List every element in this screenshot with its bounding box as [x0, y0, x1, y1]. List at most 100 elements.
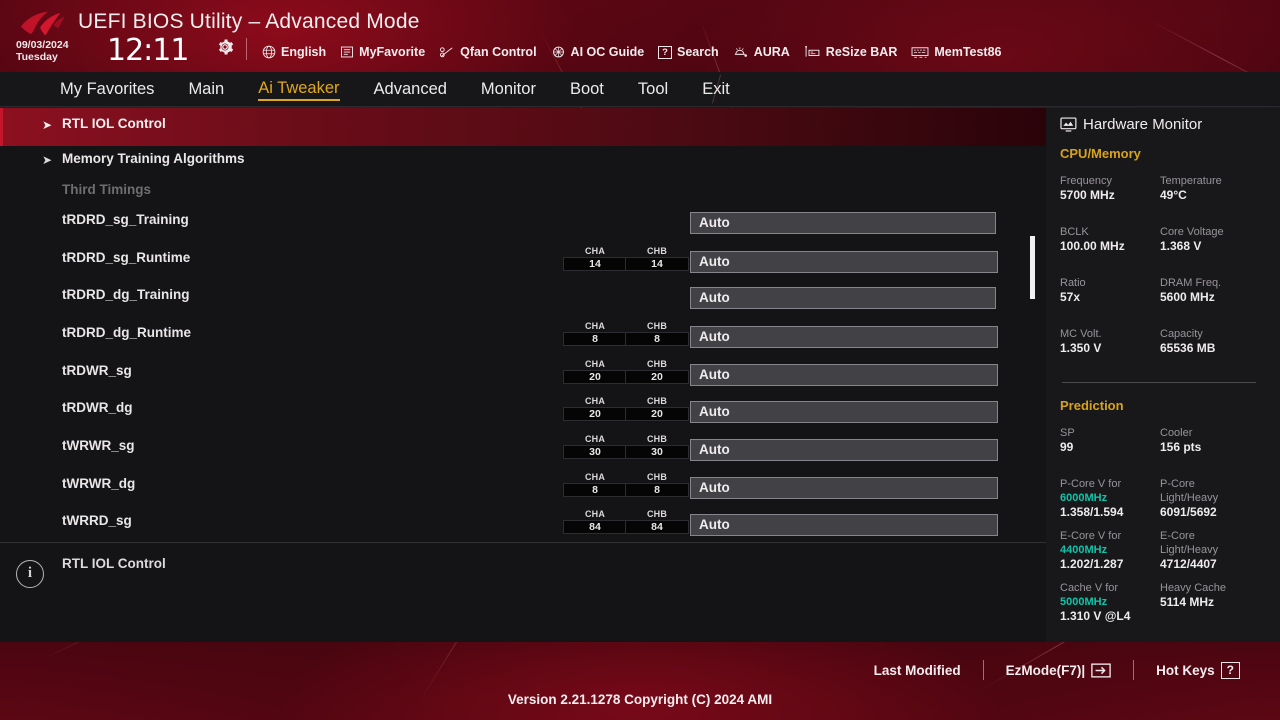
- header-tool-label: AURA: [753, 45, 790, 59]
- channel-chb-value[interactable]: 20: [625, 370, 689, 384]
- header-tool-label: English: [281, 45, 327, 59]
- hardware-monitor-metric-label: P-Core: [1160, 478, 1195, 490]
- channel-cha-value[interactable]: 8: [563, 483, 627, 497]
- channel-cha-label: CHA: [584, 246, 606, 256]
- channel-cha-label: CHA: [584, 509, 606, 519]
- settings-row[interactable]: tRDRD_dg_Training Auto: [0, 279, 1046, 317]
- hardware-monitor-metric-value: 57x: [1060, 290, 1081, 304]
- channel-chb-value[interactable]: 8: [625, 483, 689, 497]
- settings-row-label: tRDRD_dg_Runtime: [62, 325, 192, 340]
- hardware-monitor-metric-label: E-Core: [1160, 530, 1195, 542]
- hardware-monitor-metric-value: 1.368 V: [1160, 239, 1202, 253]
- settings-value-field[interactable]: Auto: [690, 514, 998, 536]
- settings-value-field[interactable]: Auto: [690, 212, 996, 234]
- channel-cha-value[interactable]: 8: [563, 332, 627, 346]
- menu-item-ai-tweaker[interactable]: Ai Tweaker: [258, 79, 340, 101]
- header-tool-english[interactable]: English: [262, 45, 326, 59]
- settings-row[interactable]: tRDRD_sg_Runtime CHA 14 CHB 14 Auto: [0, 242, 1046, 280]
- hot-keys-button[interactable]: Hot Keys ?: [1134, 661, 1262, 679]
- header-tool-qfan-control[interactable]: Qfan Control: [439, 45, 537, 59]
- header-tool-label: AI OC Guide: [570, 45, 645, 59]
- hardware-monitor-metric-label: SP: [1060, 427, 1075, 439]
- main-menu-bar: My Favorites Main Ai Tweaker Advanced Mo…: [0, 72, 1280, 107]
- header-tool-label: ReSize BAR: [825, 45, 898, 59]
- hardware-monitor-separator: [1062, 382, 1256, 383]
- menu-item-tool[interactable]: Tool: [638, 80, 668, 99]
- globe-icon: [262, 45, 276, 59]
- channel-cha-cell: CHA 8: [563, 472, 627, 497]
- settings-row[interactable]: tRDWR_dg CHA 20 CHB 20 Auto: [0, 392, 1046, 430]
- channel-chb-value[interactable]: 30: [625, 445, 689, 459]
- settings-row[interactable]: tWRWR_dg CHA 8 CHB 8 Auto: [0, 468, 1046, 506]
- hardware-monitor-metric: MC Volt. 1.350 V: [1060, 327, 1102, 356]
- header-tool-myfavorite[interactable]: MyFavorite: [340, 45, 425, 59]
- channel-cha-label: CHA: [584, 321, 606, 331]
- header-tool-ai-oc-guide[interactable]: AI OC Guide: [551, 45, 645, 59]
- hardware-monitor-metric-sublabel: Light/Heavy: [1160, 492, 1219, 504]
- settings-value-field[interactable]: Auto: [690, 287, 996, 309]
- channel-chb-value[interactable]: 20: [625, 407, 689, 421]
- hardware-monitor-metric-label: Cache V for: [1060, 582, 1119, 594]
- header-tool-memtest86[interactable]: MemTest86: [911, 45, 1002, 59]
- menu-item-main[interactable]: Main: [188, 80, 224, 99]
- channel-chb-cell: CHB 84: [625, 509, 689, 534]
- settings-row[interactable]: tRDRD_dg_Runtime CHA 8 CHB 8 Auto: [0, 317, 1046, 355]
- channel-chb-value[interactable]: 84: [625, 520, 689, 534]
- hardware-monitor-metric: E-Core V for 4400MHz 1.202/1.287: [1060, 529, 1123, 572]
- last-modified-button[interactable]: Last Modified: [852, 663, 983, 678]
- settings-row-label: tRDRD_dg_Training: [62, 287, 190, 302]
- menu-item-boot[interactable]: Boot: [570, 80, 604, 99]
- ezmode-button[interactable]: EzMode(F7)|: [984, 663, 1134, 678]
- settings-scrollbar[interactable]: [1029, 112, 1035, 538]
- channel-chb-value[interactable]: 14: [625, 257, 689, 271]
- memtest-icon: [911, 46, 929, 58]
- channel-cha-value[interactable]: 84: [563, 520, 627, 534]
- channel-cha-cell: CHA 14: [563, 246, 627, 271]
- hardware-monitor-metric-value: 5600 MHz: [1160, 290, 1215, 304]
- settings-row-label: Third Timings: [62, 182, 152, 197]
- monitor-icon: [1060, 117, 1077, 132]
- hardware-monitor-metric-value: 5114 MHz: [1160, 595, 1215, 609]
- settings-value-field[interactable]: Auto: [690, 326, 998, 348]
- menu-item-advanced[interactable]: Advanced: [374, 80, 447, 99]
- header-tool-search[interactable]: ? Search: [658, 45, 719, 59]
- hardware-monitor-metric: E-Core Light/Heavy 4712/4407: [1160, 529, 1218, 572]
- hardware-monitor-metric-label: MC Volt.: [1060, 328, 1102, 340]
- hardware-monitor-metric: P-Core V for 6000MHz 1.358/1.594: [1060, 477, 1123, 520]
- channel-cha-cell: CHA 30: [563, 434, 627, 459]
- settings-value-field[interactable]: Auto: [690, 439, 998, 461]
- header-tool-resize-bar[interactable]: ReSize BAR: [804, 45, 898, 59]
- settings-panel: ➤ RTL IOL Control ➤ Memory Training Algorit…: [0, 108, 1046, 542]
- hardware-monitor-metric-sublabel: 6000MHz: [1060, 492, 1108, 504]
- hardware-monitor-metric-sublabel: 4400MHz: [1060, 544, 1108, 556]
- settings-value-field[interactable]: Auto: [690, 251, 998, 273]
- channel-cha-value[interactable]: 20: [563, 370, 627, 384]
- header-tool-aura[interactable]: AURA: [733, 45, 790, 59]
- settings-value-field[interactable]: Auto: [690, 364, 998, 386]
- hardware-monitor-metric-value: 5700 MHz: [1060, 188, 1115, 202]
- settings-value-field[interactable]: Auto: [690, 401, 998, 423]
- settings-value-field[interactable]: Auto: [690, 477, 998, 499]
- header-bar: UEFI BIOS Utility – Advanced Mode 09/03/…: [0, 0, 1280, 72]
- channel-cha-label: CHA: [584, 472, 606, 482]
- settings-row[interactable]: ➤ RTL IOL Control: [0, 108, 1046, 146]
- menu-item-monitor[interactable]: Monitor: [481, 80, 536, 99]
- settings-row[interactable]: tRDRD_sg_Training Auto: [0, 204, 1046, 242]
- weekday-value: Tuesday: [16, 50, 58, 63]
- scrollbar-thumb[interactable]: [1030, 236, 1035, 299]
- header-tools: English MyFavorite Qfan Control AI OC Gu…: [262, 42, 1002, 62]
- settings-row[interactable]: tRDWR_sg CHA 20 CHB 20 Auto: [0, 355, 1046, 393]
- channel-chb-value[interactable]: 8: [625, 332, 689, 346]
- submenu-arrow-icon: ➤: [42, 117, 53, 132]
- channel-cha-value[interactable]: 14: [563, 257, 627, 271]
- channel-cha-value[interactable]: 20: [563, 407, 627, 421]
- hardware-monitor-metric: Core Voltage 1.368 V: [1160, 225, 1224, 254]
- settings-row-label: tRDRD_sg_Runtime: [62, 250, 191, 265]
- gear-icon[interactable]: [216, 38, 234, 56]
- menu-item-my-favorites[interactable]: My Favorites: [60, 80, 154, 99]
- channel-cha-value[interactable]: 30: [563, 445, 627, 459]
- settings-row[interactable]: tWRWR_sg CHA 30 CHB 30 Auto: [0, 430, 1046, 468]
- hardware-monitor-metric-label: Ratio: [1060, 277, 1086, 289]
- settings-row[interactable]: tWRRD_sg CHA 84 CHB 84 Auto: [0, 505, 1046, 543]
- hardware-monitor-metric-label: DRAM Freq.: [1160, 277, 1222, 289]
